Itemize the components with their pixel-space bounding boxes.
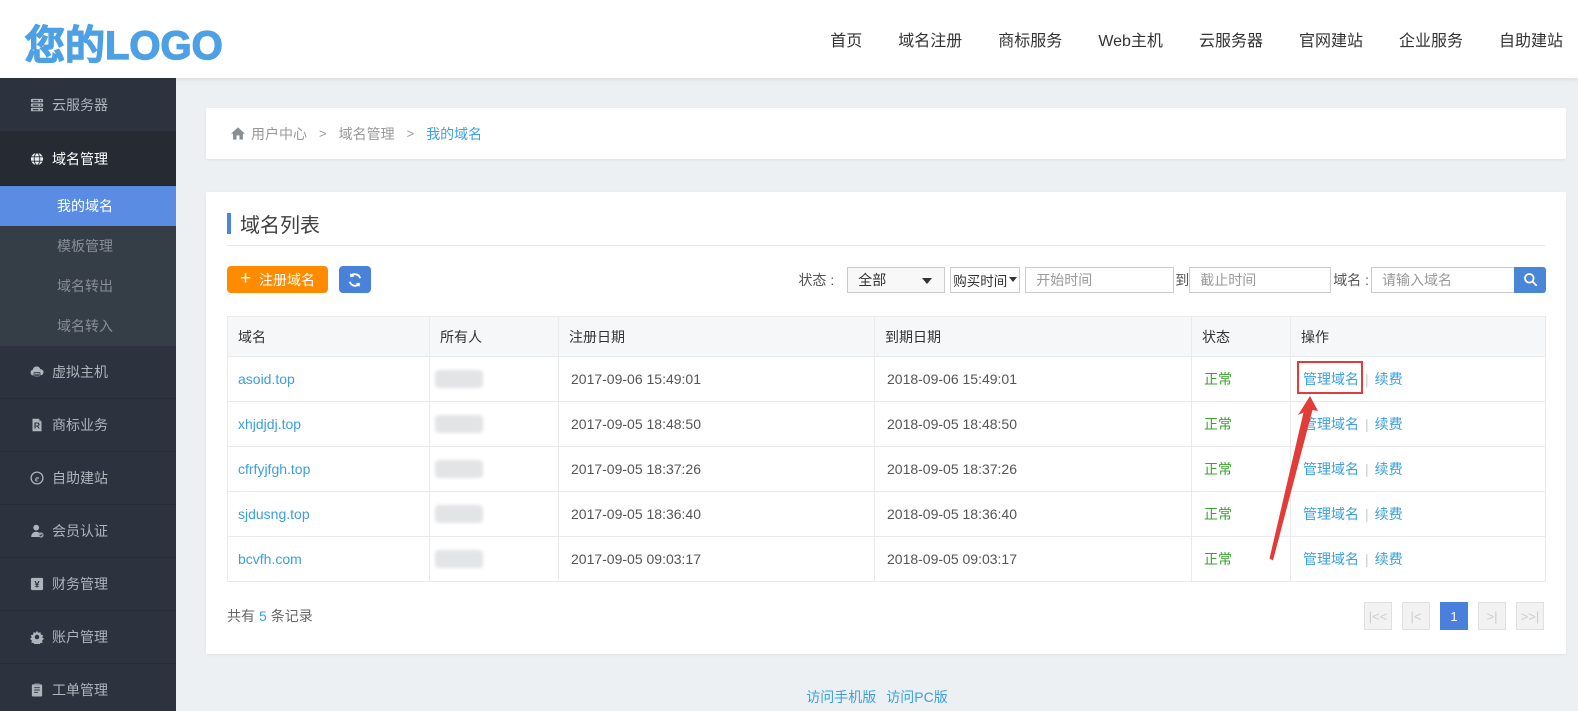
svg-text:¥: ¥ [34,580,40,590]
svg-text:R: R [34,421,40,431]
